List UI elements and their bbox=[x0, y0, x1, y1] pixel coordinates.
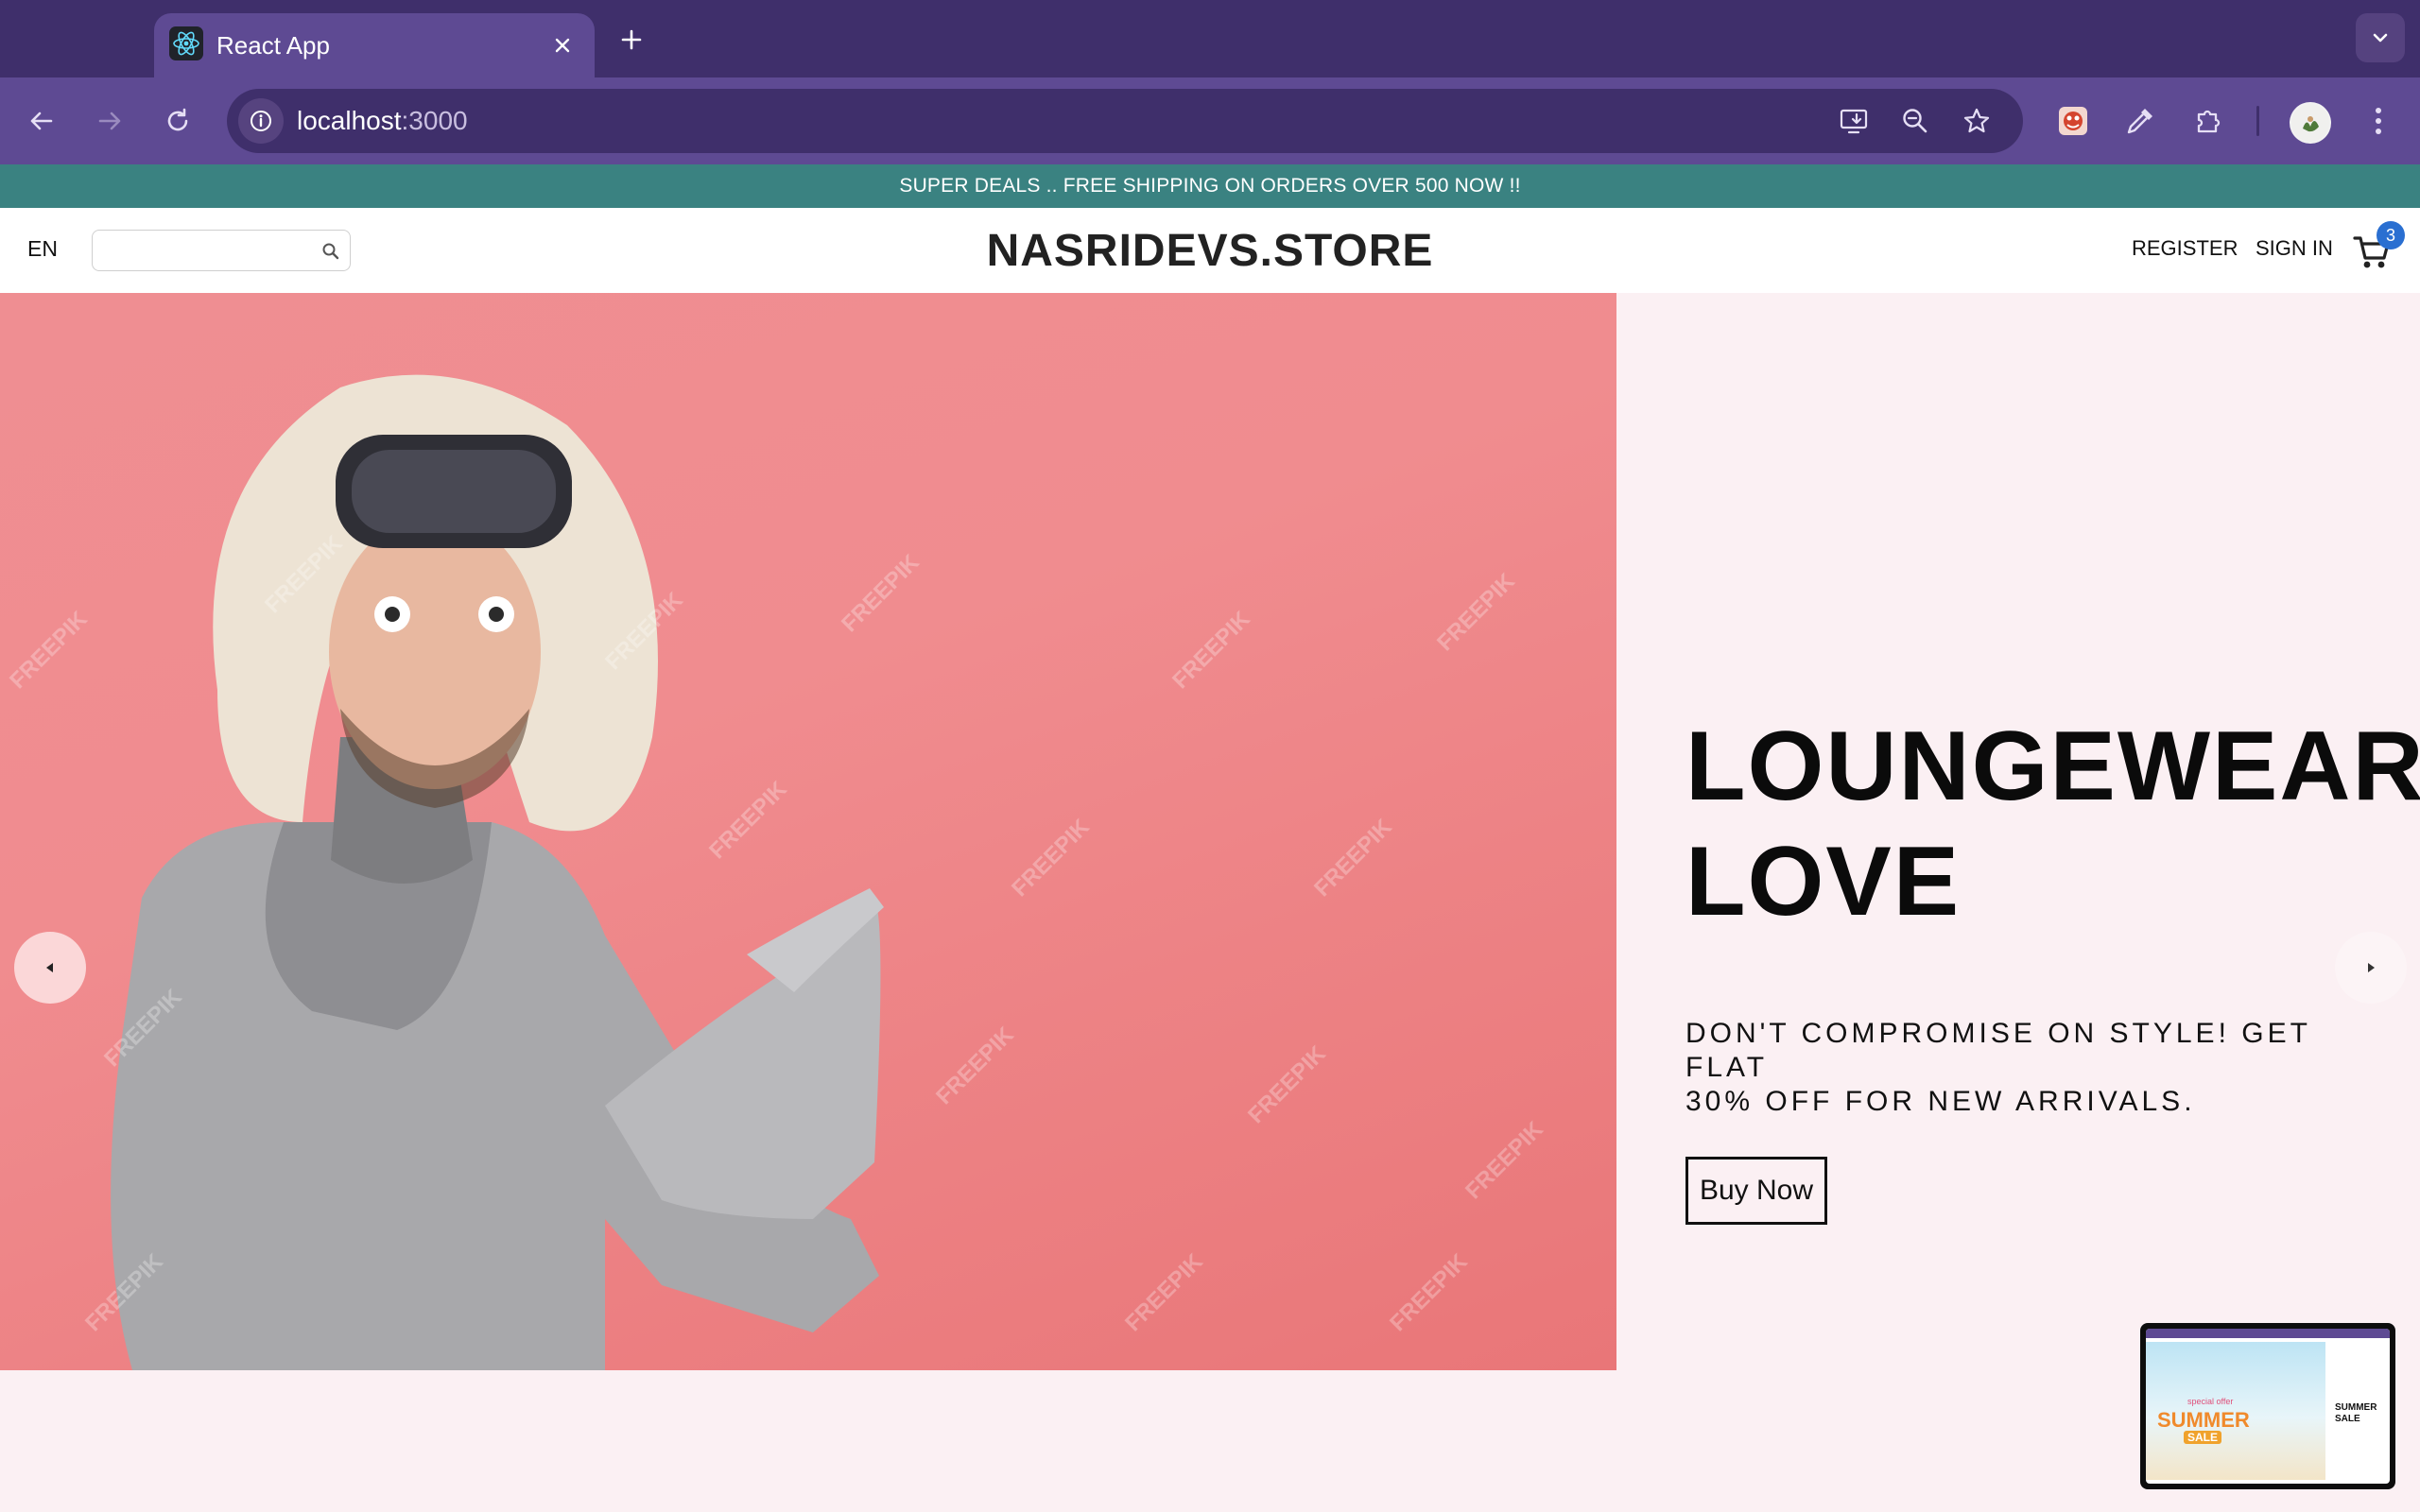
extension-icon[interactable] bbox=[2050, 98, 2096, 144]
star-icon[interactable] bbox=[1956, 100, 1997, 142]
reload-icon[interactable] bbox=[155, 98, 200, 144]
forward-icon[interactable] bbox=[87, 98, 132, 144]
slide-thumbnail-preview[interactable]: special offer SUMMER SALE SUMMER SALE bbox=[2140, 1323, 2395, 1489]
register-link[interactable]: REGISTER bbox=[2132, 236, 2238, 261]
svg-text:FREEPIK: FREEPIK bbox=[1461, 1116, 1548, 1204]
search-box[interactable] bbox=[92, 230, 351, 271]
search-icon[interactable] bbox=[321, 242, 340, 261]
browser-toolbar: localhost:3000 bbox=[0, 77, 2420, 164]
site-navbar: EN NASRIDEVS.STORE REGISTER SIGN IN 3 bbox=[0, 208, 2420, 293]
puzzle-icon[interactable] bbox=[2186, 98, 2231, 144]
svg-text:FREEPIK: FREEPIK bbox=[1167, 606, 1255, 694]
svg-text:FREEPIK: FREEPIK bbox=[837, 549, 925, 637]
more-icon[interactable] bbox=[2356, 98, 2401, 144]
plus-icon[interactable] bbox=[611, 19, 652, 60]
svg-text:FREEPIK: FREEPIK bbox=[1120, 1248, 1208, 1336]
thumbnail-screen: special offer SUMMER SALE SUMMER SALE bbox=[2146, 1329, 2390, 1484]
svg-text:FREEPIK: FREEPIK bbox=[1309, 814, 1397, 902]
buy-now-button[interactable]: Buy Now bbox=[1685, 1157, 1827, 1225]
svg-text:FREEPIK: FREEPIK bbox=[1243, 1040, 1331, 1128]
search-input[interactable] bbox=[100, 236, 308, 265]
thumbnail-sale-tag: SALE bbox=[2184, 1431, 2222, 1444]
site-logo: NASRIDEVS.STORE bbox=[986, 226, 1434, 276]
thumbnail-sale-main: SUMMER bbox=[2157, 1408, 2250, 1432]
zoom-icon[interactable] bbox=[1894, 100, 1936, 142]
hero-description: DON'T COMPROMISE ON STYLE! GET FLAT 30% … bbox=[1685, 1017, 2366, 1119]
arrow-left-icon[interactable] bbox=[14, 932, 86, 1004]
svg-text:FREEPIK: FREEPIK bbox=[1432, 568, 1520, 656]
hero-title: LOUNGEWEAR LOVE bbox=[1685, 709, 2420, 939]
svg-text:FREEPIK: FREEPIK bbox=[1385, 1248, 1473, 1336]
signin-link[interactable]: SIGN IN bbox=[2256, 236, 2333, 261]
url-port: :3000 bbox=[401, 106, 468, 135]
react-icon bbox=[169, 26, 203, 60]
url-host: localhost bbox=[297, 106, 402, 135]
announcement-bar: SUPER DEALS .. FREE SHIPPING ON ORDERS O… bbox=[0, 164, 2420, 208]
hero-title-line1: LOUNGEWEAR bbox=[1685, 712, 2420, 821]
address-bar[interactable]: localhost:3000 bbox=[227, 89, 2023, 153]
back-icon[interactable] bbox=[19, 98, 64, 144]
hero-title-line2: LOVE bbox=[1685, 827, 1962, 936]
toolbar-divider bbox=[2256, 106, 2259, 136]
svg-text:FREEPIK: FREEPIK bbox=[1007, 814, 1095, 902]
chevron-down-icon[interactable] bbox=[2356, 13, 2405, 62]
svg-text:FREEPIK: FREEPIK bbox=[931, 1022, 1019, 1109]
cart-count-badge: 3 bbox=[2377, 221, 2405, 249]
browser-tab[interactable]: React App bbox=[154, 13, 595, 77]
eyedropper-icon[interactable] bbox=[2118, 98, 2163, 144]
hero-image: FREEPIK FREEPIK FREEPIK FREEPIK FREEPIK … bbox=[0, 293, 1616, 1370]
svg-text:FREEPIK: FREEPIK bbox=[5, 606, 93, 694]
hero-description-line1: DON'T COMPROMISE ON STYLE! GET FLAT bbox=[1685, 1018, 2311, 1083]
arrow-right-icon[interactable] bbox=[2335, 932, 2407, 1004]
close-icon[interactable] bbox=[544, 26, 581, 64]
hero-slider: FREEPIK FREEPIK FREEPIK FREEPIK FREEPIK … bbox=[0, 293, 2420, 1370]
url-text: localhost:3000 bbox=[297, 102, 468, 140]
thumbnail-sale-small: special offer bbox=[2187, 1397, 2234, 1406]
info-icon[interactable] bbox=[238, 98, 284, 144]
thumbnail-side-text: SUMMER SALE bbox=[2335, 1402, 2377, 1424]
hero-description-line2: 30% OFF FOR NEW ARRIVALS. bbox=[1685, 1086, 2196, 1117]
language-selector[interactable]: EN bbox=[27, 236, 58, 262]
install-icon[interactable] bbox=[1833, 100, 1875, 142]
tab-title: React App bbox=[216, 31, 330, 60]
browser-tab-bar: React App bbox=[0, 0, 2420, 77]
avatar[interactable] bbox=[2290, 102, 2331, 144]
svg-text:FREEPIK: FREEPIK bbox=[704, 776, 792, 864]
